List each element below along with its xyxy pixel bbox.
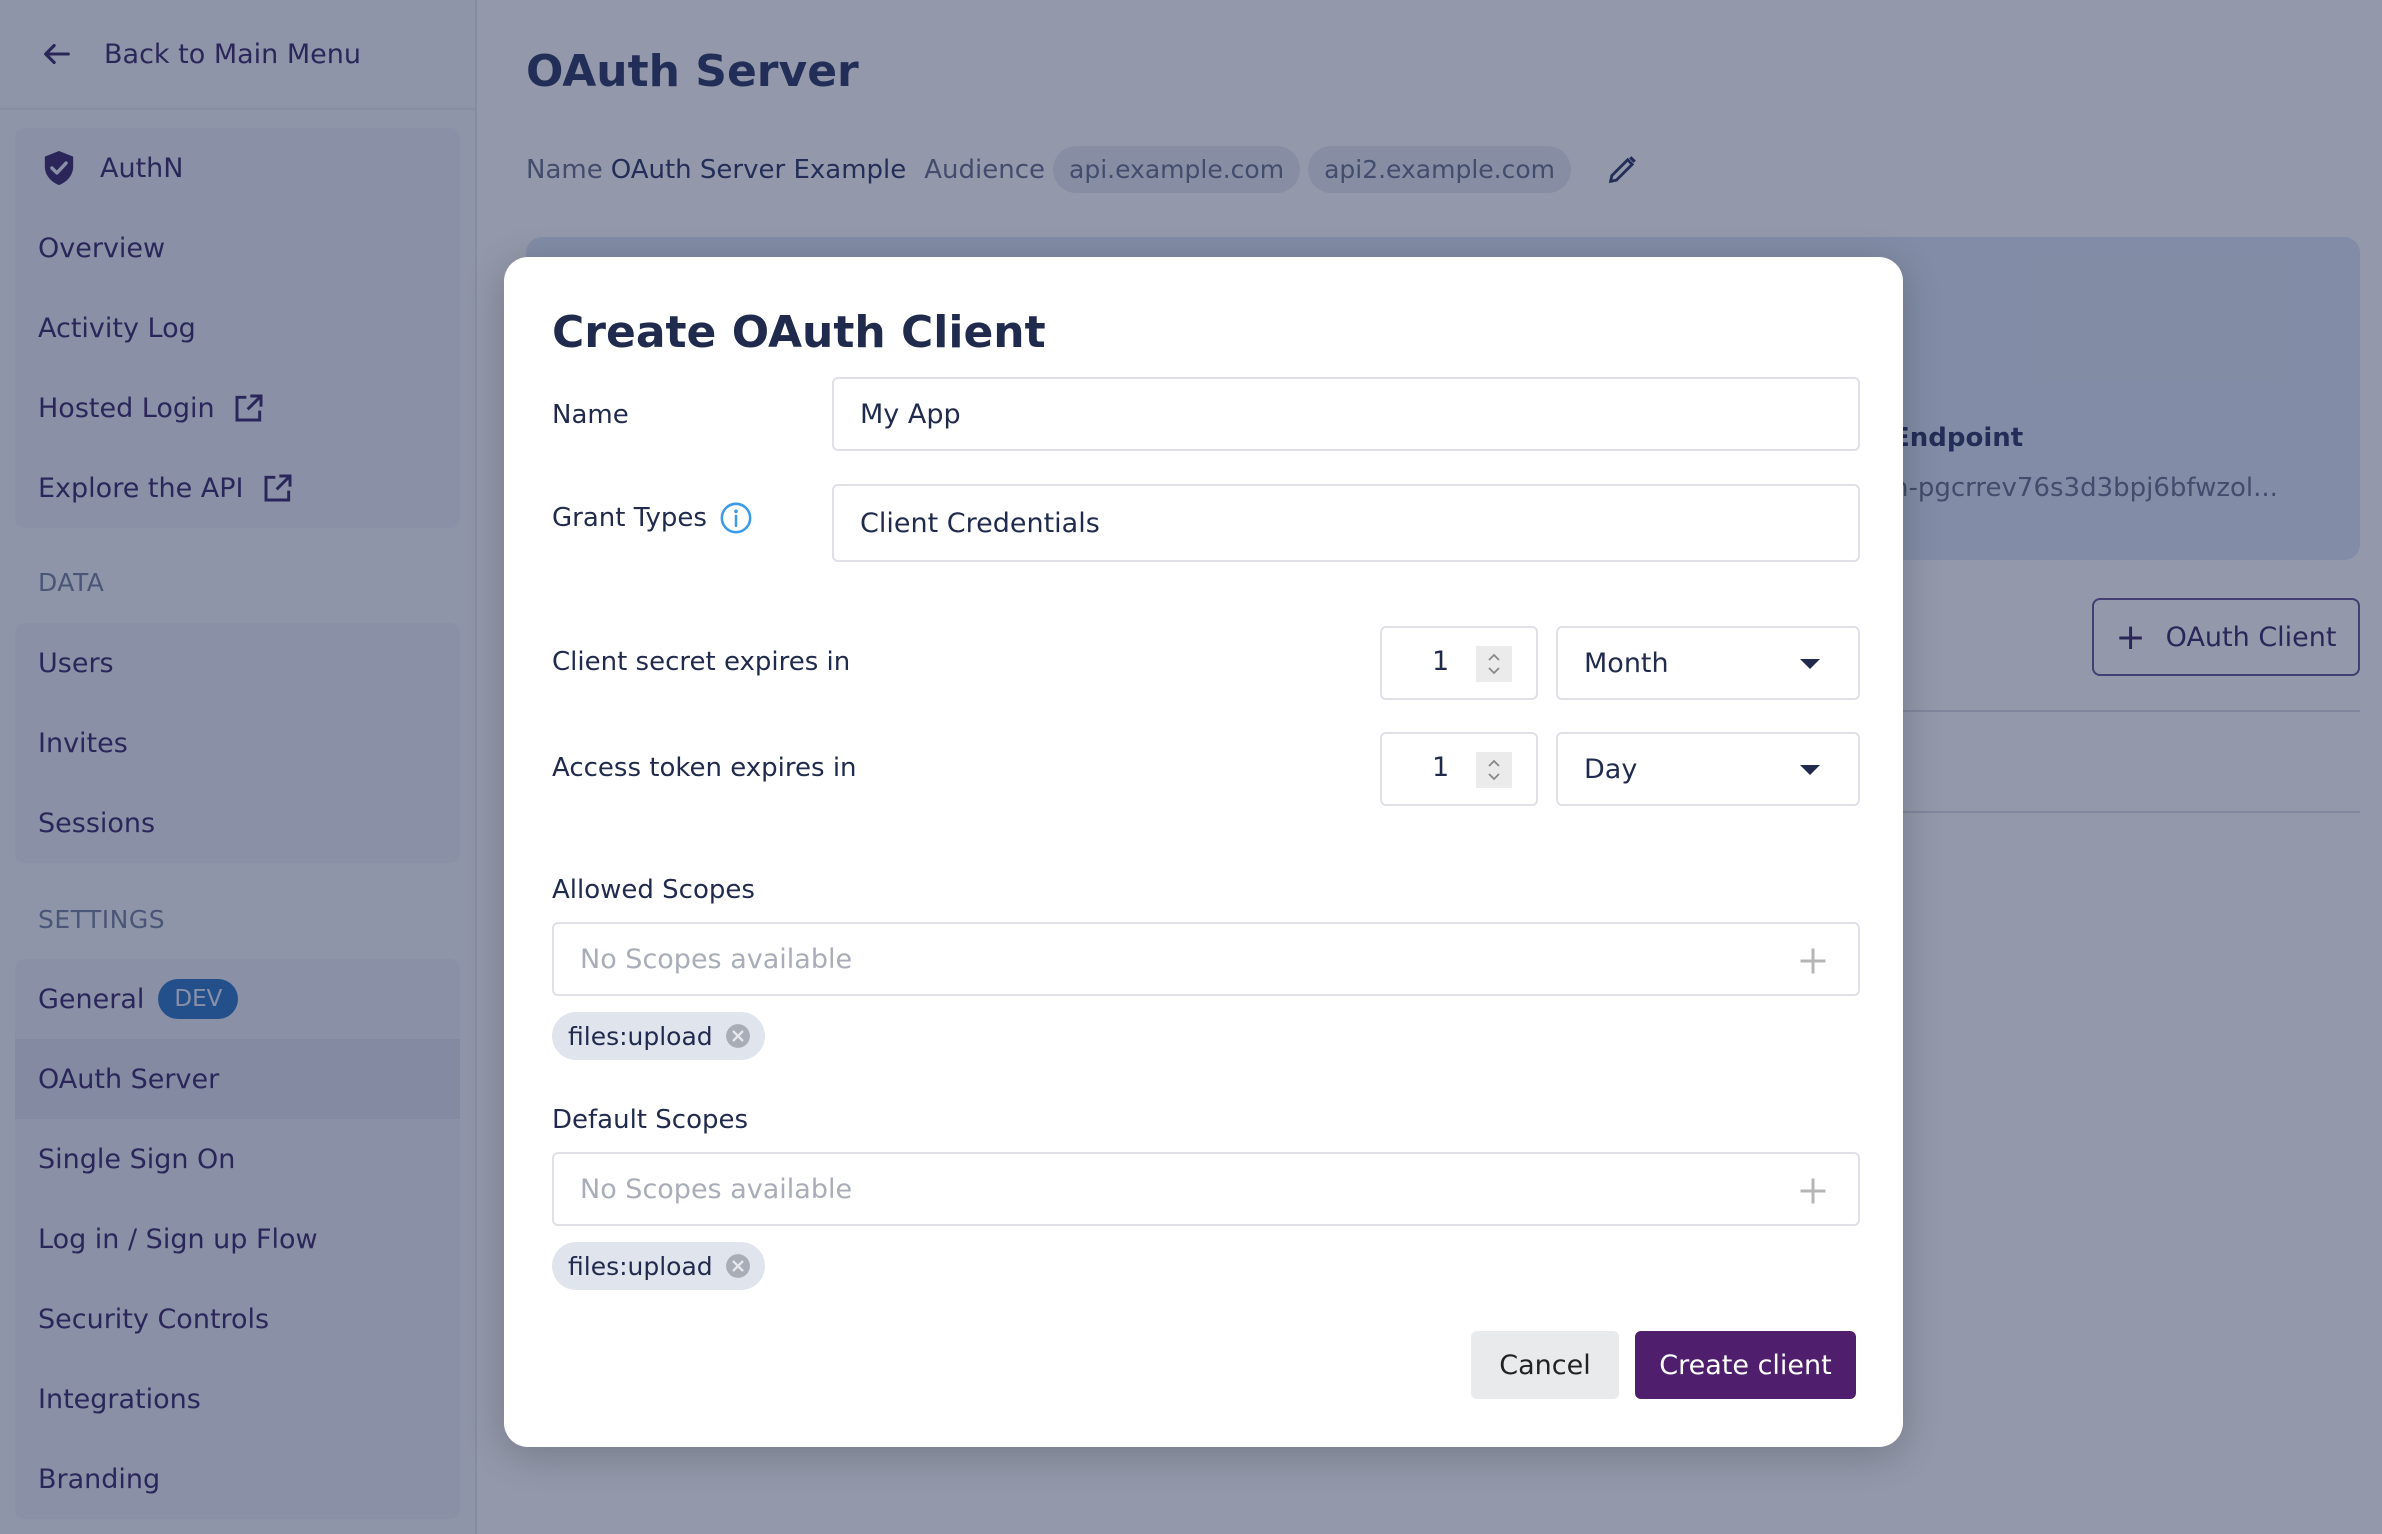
- scope-tag-label: files:upload: [568, 1251, 713, 1281]
- remove-tag-icon[interactable]: [725, 1253, 751, 1279]
- token-expiry-unit-select[interactable]: Day: [1556, 732, 1860, 806]
- allowed-scopes-label: Allowed Scopes: [552, 875, 755, 905]
- token-expiry-amount-stepper[interactable]: 1: [1380, 732, 1538, 806]
- caret-down-icon: [1800, 765, 1820, 775]
- add-scope-plus-icon[interactable]: [1798, 946, 1828, 976]
- create-oauth-client-dialog: Create OAuth Client Name My App Grant Ty…: [504, 257, 1903, 1447]
- name-input[interactable]: My App: [832, 377, 1860, 451]
- secret-expiry-label-text: Client secret expires in: [552, 647, 851, 677]
- cancel-button[interactable]: Cancel: [1471, 1331, 1619, 1399]
- allowed-scopes-label-text: Allowed Scopes: [552, 875, 755, 905]
- default-scopes-input[interactable]: No Scopes available: [552, 1152, 1860, 1226]
- token-expiry-unit: Day: [1584, 753, 1638, 785]
- secret-expiry-unit-select[interactable]: Month: [1556, 626, 1860, 700]
- chevron-up-down-icon: [1488, 759, 1500, 781]
- spin-buttons[interactable]: [1476, 752, 1512, 788]
- grant-types-select[interactable]: Client Credentials: [832, 484, 1860, 562]
- scope-tag-label: files:upload: [568, 1021, 713, 1051]
- grant-types-label: Grant Types: [552, 501, 753, 535]
- secret-expiry-amount: 1: [1432, 646, 1450, 677]
- info-icon[interactable]: [719, 501, 753, 535]
- chevron-up-down-icon: [1488, 653, 1500, 675]
- secret-expiry-unit: Month: [1584, 647, 1669, 679]
- token-expiry-label: Access token expires in: [552, 753, 857, 783]
- spin-buttons[interactable]: [1476, 646, 1512, 682]
- token-expiry-label-text: Access token expires in: [552, 753, 857, 783]
- default-scopes-placeholder: No Scopes available: [580, 1173, 853, 1205]
- token-expiry-amount: 1: [1432, 752, 1450, 783]
- name-input-value: My App: [860, 398, 961, 430]
- scope-tag: files:upload: [552, 1012, 765, 1060]
- grant-types-label-text: Grant Types: [552, 503, 707, 533]
- remove-tag-icon[interactable]: [725, 1023, 751, 1049]
- name-label: Name: [552, 400, 629, 430]
- grant-types-value: Client Credentials: [860, 507, 1100, 539]
- secret-expiry-amount-stepper[interactable]: 1: [1380, 626, 1538, 700]
- secret-expiry-label: Client secret expires in: [552, 647, 850, 677]
- scope-tag: files:upload: [552, 1242, 765, 1290]
- allowed-scopes-input[interactable]: No Scopes available: [552, 922, 1860, 996]
- create-client-button[interactable]: Create client: [1635, 1331, 1856, 1399]
- caret-down-icon: [1800, 659, 1820, 669]
- default-scopes-label-text: Default Scopes: [552, 1105, 749, 1135]
- name-label-text: Name: [552, 400, 629, 430]
- dialog-title: Create OAuth Client: [552, 307, 1046, 358]
- allowed-scopes-placeholder: No Scopes available: [580, 943, 853, 975]
- add-scope-plus-icon[interactable]: [1798, 1176, 1828, 1206]
- default-scopes-label: Default Scopes: [552, 1105, 748, 1135]
